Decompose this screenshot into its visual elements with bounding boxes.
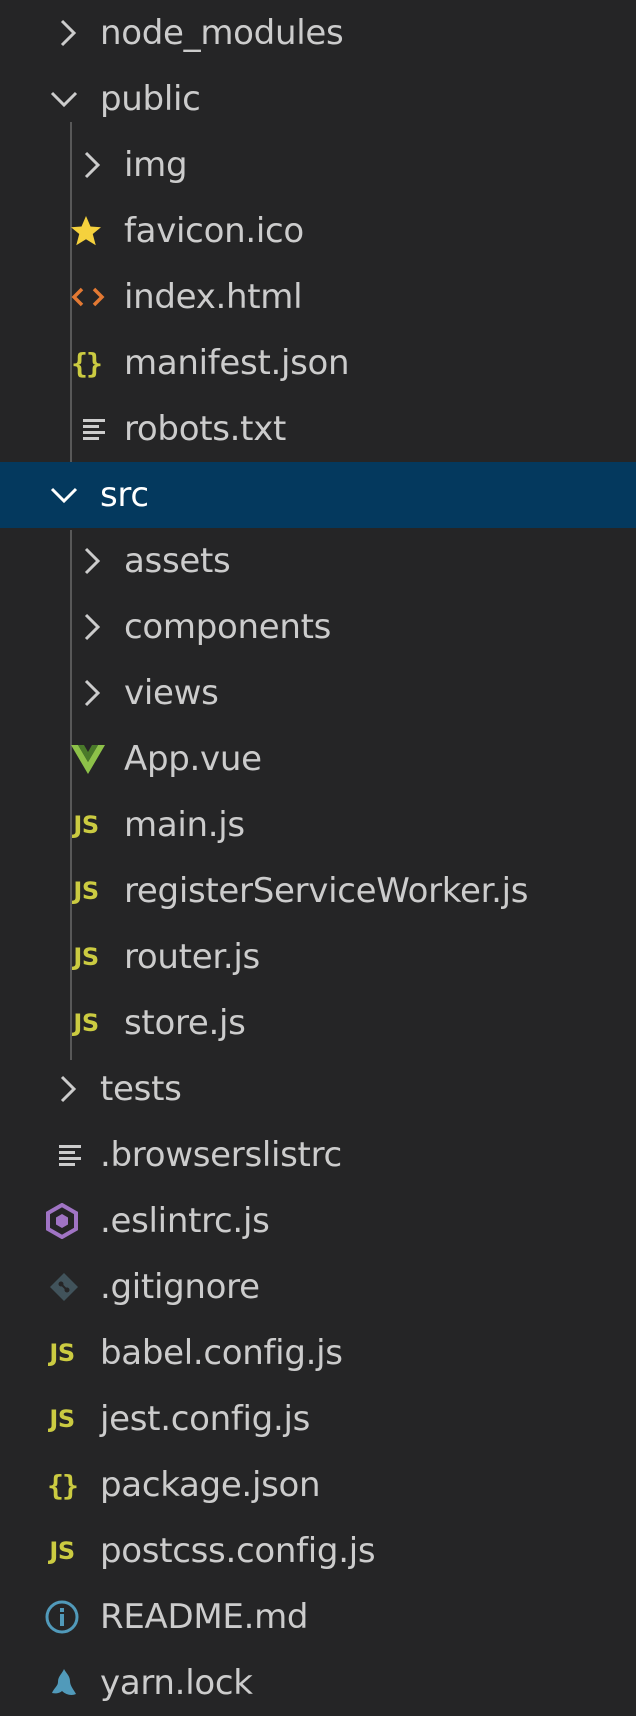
tree-item-label: .browserslistrc: [100, 1135, 342, 1175]
chevron-right-icon: [74, 673, 110, 713]
tree-item-label: manifest.json: [124, 343, 350, 383]
tree-item-label: babel.config.js: [100, 1333, 343, 1373]
yarn-icon: [46, 1663, 82, 1703]
tree-item-readme-md[interactable]: README.md: [0, 1584, 636, 1650]
tree-item-gitignore[interactable]: .gitignore: [0, 1254, 636, 1320]
js-icon: JS: [73, 877, 99, 905]
chevron-right-icon: [74, 607, 110, 647]
chevron-right-icon: [50, 13, 86, 53]
chevron-right-icon: [50, 1069, 86, 1109]
tree-item-label: yarn.lock: [100, 1663, 253, 1703]
js-icon: JS: [73, 811, 99, 839]
tree-item-jest-config-js[interactable]: JS jest.config.js: [0, 1386, 636, 1452]
tree-item-label: node_modules: [100, 13, 344, 53]
tree-item-label: package.json: [100, 1465, 321, 1505]
tree-item-assets[interactable]: assets: [0, 528, 636, 594]
tree-item-label: public: [100, 79, 201, 119]
tree-item-favicon[interactable]: favicon.ico: [0, 198, 636, 264]
tree-item-browserslistrc[interactable]: .browserslistrc: [0, 1122, 636, 1188]
tree-item-label: router.js: [124, 937, 260, 977]
tree-item-robots-txt[interactable]: robots.txt: [0, 396, 636, 462]
tree-item-label: main.js: [124, 805, 245, 845]
tree-item-views[interactable]: views: [0, 660, 636, 726]
chevron-down-icon: [46, 79, 82, 119]
tree-item-manifest-json[interactable]: {} manifest.json: [0, 330, 636, 396]
tree-item-babel-config-js[interactable]: JS babel.config.js: [0, 1320, 636, 1386]
tree-item-node-modules[interactable]: node_modules: [0, 0, 636, 66]
js-icon: JS: [73, 1009, 99, 1037]
info-icon: [44, 1597, 80, 1637]
tree-item-main-js[interactable]: JS main.js: [0, 792, 636, 858]
chevron-down-icon: [46, 475, 82, 515]
tree-item-store-js[interactable]: JS store.js: [0, 990, 636, 1056]
tree-item-label: favicon.ico: [124, 211, 304, 251]
tree-item-label: views: [124, 673, 219, 713]
tree-item-eslintrc-js[interactable]: .eslintrc.js: [0, 1188, 636, 1254]
tree-item-label: robots.txt: [124, 409, 287, 449]
chevron-right-icon: [74, 145, 110, 185]
eslint-icon: [44, 1201, 80, 1241]
json-icon: {}: [71, 346, 103, 380]
tree-item-register-service-worker-js[interactable]: JS registerServiceWorker.js: [0, 858, 636, 924]
tree-item-postcss-config-js[interactable]: JS postcss.config.js: [0, 1518, 636, 1584]
tree-item-label: App.vue: [124, 739, 262, 779]
tree-item-components[interactable]: components: [0, 594, 636, 660]
file-explorer: node_modules public img favicon.ico inde…: [0, 0, 636, 1716]
js-icon: JS: [49, 1339, 75, 1367]
tree-item-label: README.md: [100, 1597, 309, 1637]
tree-item-index-html[interactable]: index.html: [0, 264, 636, 330]
tree-item-yarn-lock[interactable]: yarn.lock: [0, 1650, 636, 1716]
tree-item-img[interactable]: img: [0, 132, 636, 198]
tree-item-public[interactable]: public: [0, 66, 636, 132]
star-icon: [68, 211, 104, 251]
vue-icon: [70, 739, 106, 779]
chevron-right-icon: [74, 541, 110, 581]
js-icon: JS: [73, 943, 99, 971]
tree-item-app-vue[interactable]: App.vue: [0, 726, 636, 792]
tree-item-label: index.html: [124, 277, 303, 317]
text-file-icon: [76, 409, 112, 449]
text-file-icon: [52, 1135, 88, 1175]
tree-item-label: registerServiceWorker.js: [124, 871, 529, 911]
js-icon: JS: [49, 1537, 75, 1565]
tree-item-label: components: [124, 607, 332, 647]
tree-item-label: store.js: [124, 1003, 246, 1043]
git-icon: [46, 1267, 82, 1307]
html-icon: [70, 277, 106, 317]
tree-item-label: src: [100, 475, 149, 515]
tree-item-label: tests: [100, 1069, 182, 1109]
tree-item-package-json[interactable]: {} package.json: [0, 1452, 636, 1518]
tree-item-label: jest.config.js: [100, 1399, 311, 1439]
tree-item-label: assets: [124, 541, 231, 581]
tree-item-tests[interactable]: tests: [0, 1056, 636, 1122]
tree-item-router-js[interactable]: JS router.js: [0, 924, 636, 990]
tree-item-src[interactable]: src: [0, 462, 636, 528]
tree-item-label: postcss.config.js: [100, 1531, 376, 1571]
js-icon: JS: [49, 1405, 75, 1433]
json-icon: {}: [47, 1468, 79, 1502]
tree-item-label: .gitignore: [100, 1267, 260, 1307]
tree-item-label: img: [124, 145, 188, 185]
tree-item-label: .eslintrc.js: [100, 1201, 270, 1241]
